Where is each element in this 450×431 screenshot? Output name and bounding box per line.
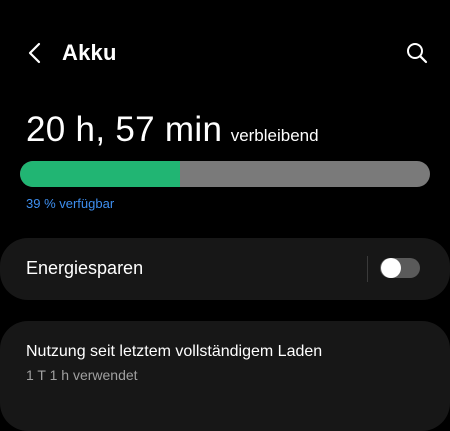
toggle-knob bbox=[381, 258, 401, 278]
battery-available-text: 39 % verfügbar bbox=[26, 196, 115, 211]
divider bbox=[367, 256, 368, 282]
power-saving-toggle[interactable] bbox=[380, 258, 420, 278]
battery-remaining: 20 h, 57 min verbleibend bbox=[26, 110, 319, 150]
usage-subtitle: 1 T 1 h verwendet bbox=[26, 367, 138, 383]
usage-title: Nutzung seit letztem vollständigem Laden bbox=[26, 343, 323, 360]
search-button[interactable] bbox=[400, 36, 434, 70]
power-saving-label: Energiesparen bbox=[26, 258, 144, 278]
search-icon bbox=[407, 43, 428, 64]
battery-level-fill bbox=[20, 161, 180, 187]
back-button[interactable] bbox=[18, 36, 52, 70]
remaining-suffix: verbleibend bbox=[230, 126, 319, 145]
battery-level-bar bbox=[20, 161, 430, 187]
app-header: Akku bbox=[0, 30, 450, 76]
page-title: Akku bbox=[62, 40, 117, 65]
usage-card[interactable]: Nutzung seit letztem vollständigem Laden… bbox=[0, 321, 450, 431]
remaining-time: 20 h, 57 min bbox=[26, 110, 223, 149]
chevron-left-icon bbox=[28, 42, 41, 64]
power-saving-card[interactable]: Energiesparen bbox=[0, 238, 450, 300]
